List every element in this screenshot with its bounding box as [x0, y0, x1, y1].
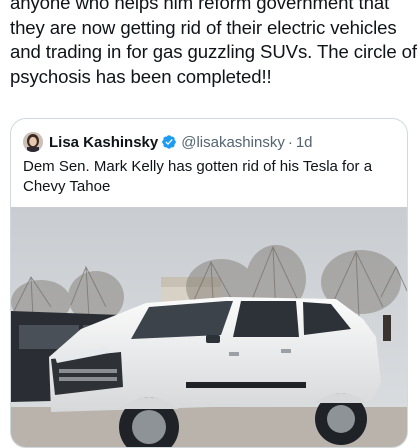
- post-text-line: psychosis has been completed!!: [10, 65, 272, 87]
- quoted-author-name[interactable]: Lisa Kashinsky: [49, 134, 158, 151]
- quoted-post-time[interactable]: 1d: [296, 134, 313, 151]
- post-text-line: they are now getting rid of their electr…: [10, 16, 397, 38]
- verified-badge-icon: [162, 135, 177, 149]
- quoted-post-text: Dem Sen. Mark Kelly has gotten rid of hi…: [23, 157, 393, 197]
- quoted-post[interactable]: Lisa Kashinsky @lisakashinsky · 1d Dem S…: [10, 118, 408, 448]
- quoted-media-image[interactable]: [11, 207, 407, 447]
- quoted-text-line: Chevy Tahoe: [23, 178, 111, 195]
- post-text-line: anyone who helps him reform government t…: [10, 0, 390, 13]
- quoted-post-header: Lisa Kashinsky @lisakashinsky · 1d: [23, 131, 313, 153]
- suv-photo-icon: [11, 207, 407, 447]
- quoted-text-line: Dem Sen. Mark Kelly has gotten rid of hi…: [23, 158, 373, 175]
- post-text: anyone who helps him reform government t…: [10, 0, 417, 89]
- meta-separator: ·: [287, 133, 293, 151]
- post-text-line: and trading in for gas guzzling SUVs. Th…: [10, 41, 417, 62]
- avatar[interactable]: [23, 132, 43, 152]
- quoted-author-handle[interactable]: @lisakashinsky: [181, 134, 285, 151]
